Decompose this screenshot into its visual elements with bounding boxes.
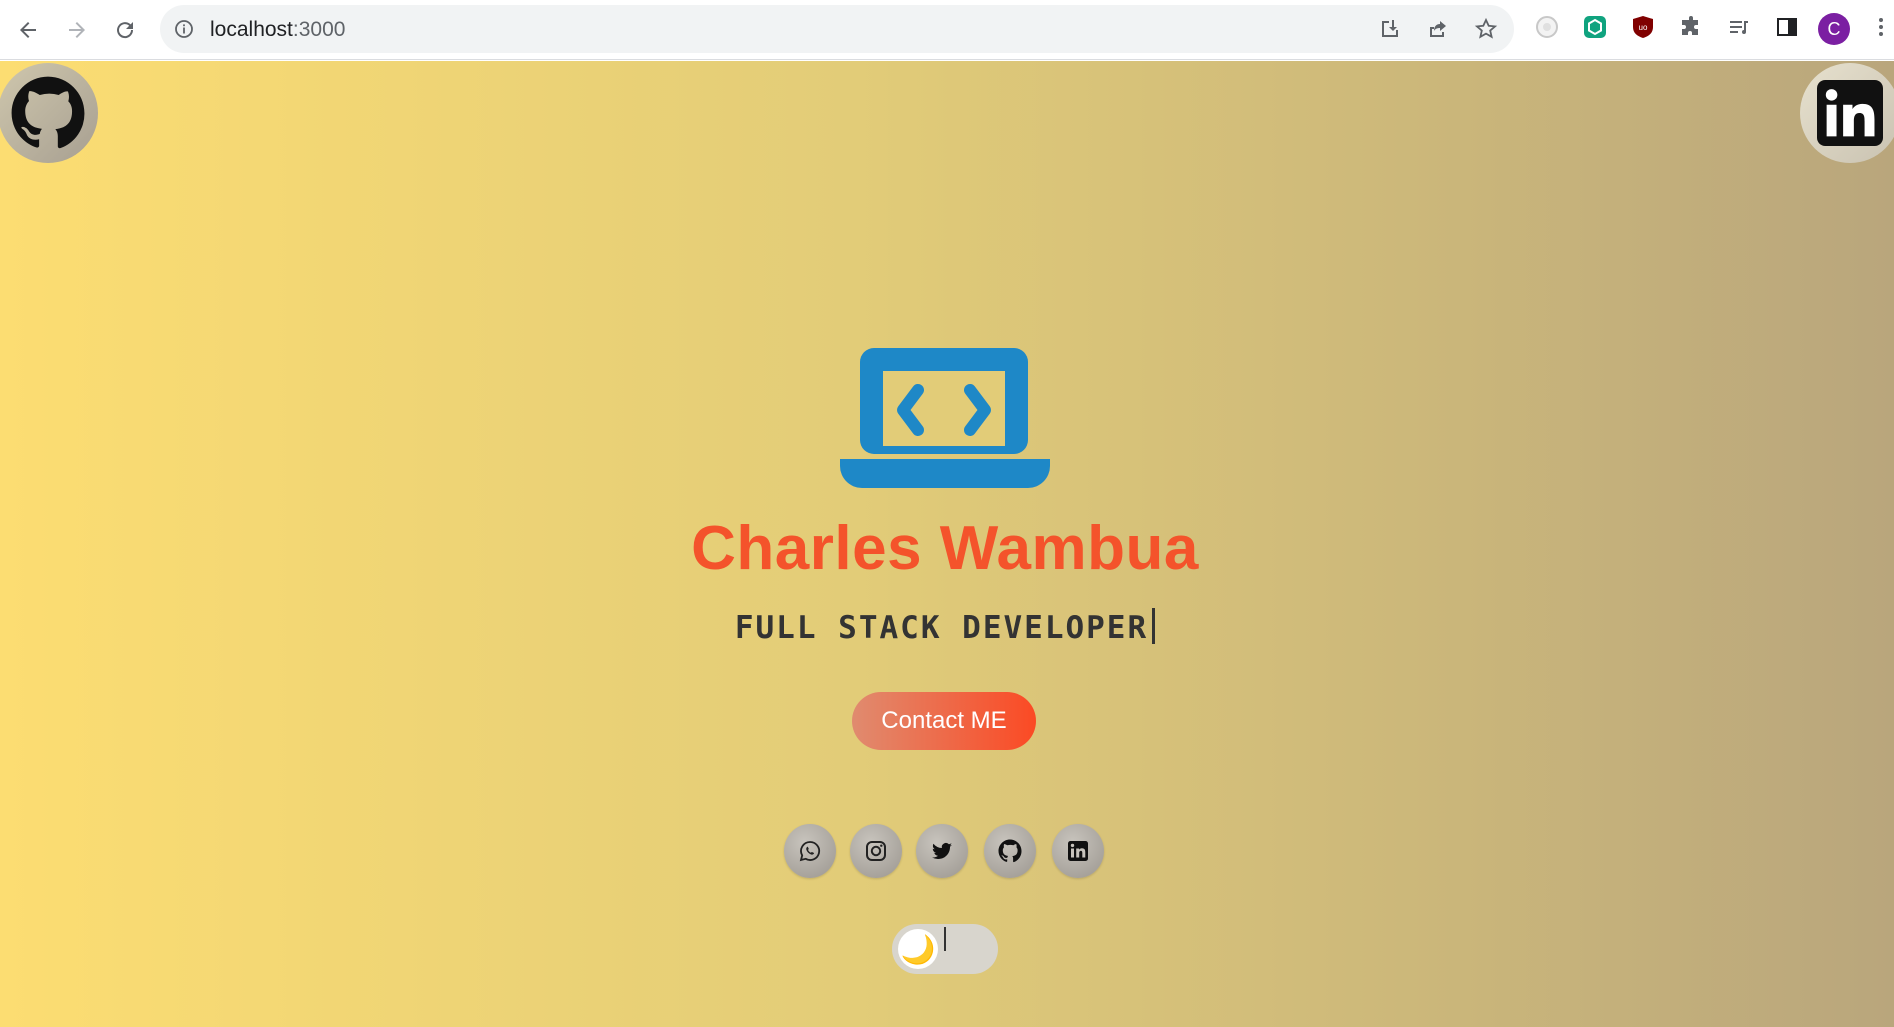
extension-circle-icon[interactable] [1534,14,1560,40]
linkedin-icon [1817,80,1883,146]
typing-cursor [1152,608,1156,644]
arrow-right-icon [69,22,85,38]
whatsapp-link[interactable] [784,824,836,878]
twitter-link[interactable] [916,824,968,878]
url-text: localhost:3000 [210,18,345,42]
linkedin-link[interactable] [1052,824,1104,878]
twitter-icon [932,842,952,860]
corner-linkedin-link[interactable] [1800,63,1894,163]
back-button[interactable] [11,13,45,47]
github-icon [11,76,85,149]
reload-icon [117,22,134,39]
url-port: :3000 [292,18,346,41]
side-panel-icon[interactable] [1774,14,1800,40]
ublock-icon[interactable]: uo [1630,14,1656,40]
extensions-puzzle-icon[interactable] [1678,14,1704,40]
laptop-code-icon [840,348,1050,488]
linkedin-icon [1068,841,1088,861]
browser-toolbar: localhost:3000 uo C [0,0,1894,60]
developer-name: Charles Wambua [691,514,1199,583]
share-icon[interactable] [1426,17,1450,41]
profile-avatar[interactable]: C [1818,13,1850,45]
arrow-left-icon [20,22,36,38]
bookmark-star-icon[interactable] [1474,17,1498,41]
browser-menu-icon[interactable] [1868,14,1894,40]
contact-me-button[interactable]: Contact ME [852,692,1036,750]
github-link[interactable] [984,824,1036,878]
reload-button[interactable] [108,13,142,47]
site-info-icon[interactable] [174,19,194,39]
github-icon [998,839,1022,863]
text-caret [944,927,946,951]
social-links-row [0,824,1894,878]
instagram-link[interactable] [850,824,902,878]
corner-github-link[interactable] [0,63,98,163]
instagram-icon [866,841,886,861]
forward-button[interactable] [60,13,94,47]
role-text: FULL STACK DEVELOPER [734,610,1149,646]
extension-green-icon[interactable] [1582,14,1608,40]
whatsapp-icon [799,841,821,862]
media-controls-icon[interactable] [1726,14,1752,40]
url-host: localhost [210,18,293,41]
install-app-icon[interactable] [1378,17,1402,41]
role-typewriter: FULL STACK DEVELOPER [0,608,1890,646]
theme-toggle[interactable]: 🌙 [892,924,998,974]
address-bar[interactable]: localhost:3000 [160,5,1514,53]
portfolio-page: Charles Wambua FULL STACK DEVELOPER Cont… [0,61,1894,1027]
svg-text:uo: uo [1639,23,1648,32]
moon-icon: 🌙 [898,929,938,969]
